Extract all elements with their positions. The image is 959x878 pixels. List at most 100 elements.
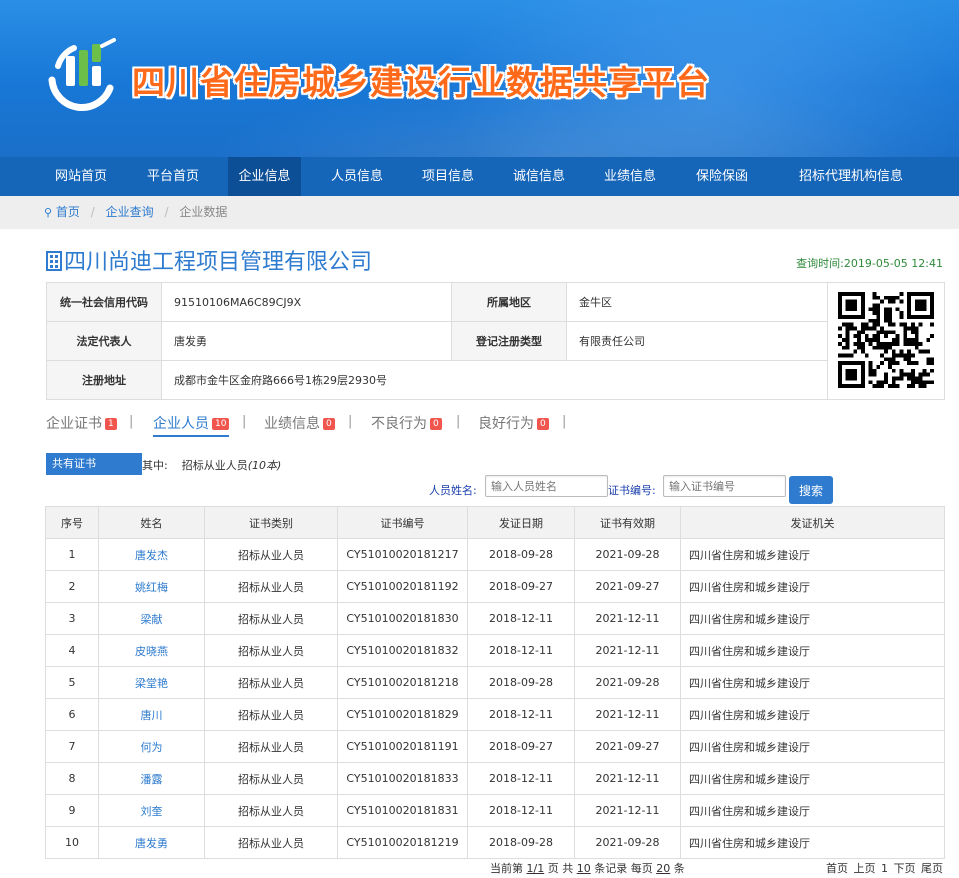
- tab-count-badge: 0: [323, 418, 335, 430]
- search-button[interactable]: 搜索: [789, 476, 833, 504]
- table-row: 8 潘露 招标从业人员 CY51010020181833 2018-12-11 2021-…: [45, 762, 945, 795]
- cell-issuer: 四川省住房和城乡建设厅: [680, 794, 945, 827]
- pager-first[interactable]: 首页: [826, 862, 848, 875]
- nav-item-performance-info[interactable]: 业绩信息: [593, 157, 667, 196]
- cell-issue-date: 2018-12-11: [467, 602, 575, 635]
- cell-name[interactable]: 潘露: [98, 762, 205, 795]
- pager-total: 10: [576, 862, 591, 875]
- credit-code-label: 统一社会信用代码: [46, 282, 162, 322]
- cert-total-label[interactable]: 共有证书（10本）: [46, 453, 142, 492]
- tab-company-personnel[interactable]: 企业人员 10: [153, 413, 230, 437]
- cell-cert-type: 招标从业人员: [204, 794, 338, 827]
- cell-name[interactable]: 梁堂艳: [98, 666, 205, 699]
- cell-issue-date: 2018-09-28: [467, 666, 575, 699]
- nav-item-personnel-info[interactable]: 人员信息: [320, 157, 394, 196]
- reg-type-value: 有限责任公司: [566, 321, 828, 361]
- tab-performance[interactable]: 业绩信息 0: [264, 413, 335, 433]
- breadcrumb: ⚲ 首页 / 企业查询 / 企业数据: [0, 196, 959, 229]
- nav-item-bidding-agency[interactable]: 招标代理机构信息: [776, 157, 926, 196]
- platform-logo-icon[interactable]: [44, 36, 120, 112]
- table-row: 4 皮晓燕 招标从业人员 CY51010020181832 2018-12-11 2021…: [45, 634, 945, 667]
- cell-name[interactable]: 刘奎: [98, 794, 205, 827]
- tab-count-badge: 1: [105, 418, 117, 430]
- cell-index: 5: [45, 666, 99, 699]
- pager-page[interactable]: 1: [881, 862, 888, 875]
- nav-item-insurance[interactable]: 保险保函: [685, 157, 759, 196]
- cell-name[interactable]: 唐发勇: [98, 826, 205, 859]
- tab-good-behavior[interactable]: 良好行为 0: [478, 413, 549, 433]
- person-name-input[interactable]: [485, 475, 608, 497]
- cell-name[interactable]: 何为: [98, 730, 205, 763]
- tab-bad-behavior[interactable]: 不良行为 0: [371, 413, 442, 433]
- qr-code-icon[interactable]: [834, 291, 938, 388]
- col-header-name: 姓名: [98, 506, 205, 539]
- col-header-cert-type: 证书类别: [204, 506, 338, 539]
- nav-item-credit-info[interactable]: 诚信信息: [502, 157, 576, 196]
- nav-item-project-info[interactable]: 项目信息: [411, 157, 485, 196]
- cell-index: 9: [45, 794, 99, 827]
- table-row: 5 梁堂艳 招标从业人员 CY51010020181218 2018-09-28 2021…: [45, 666, 945, 699]
- cell-index: 2: [45, 570, 99, 603]
- building-icon: [46, 251, 62, 271]
- pager-links: 首页 上页 1 下页 尾页: [826, 860, 943, 876]
- cell-cert-type: 招标从业人员: [204, 826, 338, 859]
- cell-cert-number: CY51010020181829: [337, 698, 468, 731]
- cell-issue-date: 2018-12-11: [467, 762, 575, 795]
- cert-sub-type[interactable]: 招标从业人员(10本): [182, 459, 282, 472]
- cell-issue-date: 2018-12-11: [467, 698, 575, 731]
- table-row: 2 姚红梅 招标从业人员 CY51010020181192 2018-09-27 2021…: [45, 570, 945, 603]
- cell-name[interactable]: 唐川: [98, 698, 205, 731]
- cell-valid-until: 2021-09-27: [574, 730, 681, 763]
- cell-issue-date: 2018-09-28: [467, 538, 575, 571]
- cell-valid-until: 2021-12-11: [574, 698, 681, 731]
- cell-index: 3: [45, 602, 99, 635]
- pager-next[interactable]: 下页: [894, 862, 916, 875]
- cell-issuer: 四川省住房和城乡建设厅: [680, 538, 945, 571]
- cell-cert-type: 招标从业人员: [204, 538, 338, 571]
- cell-cert-type: 招标从业人员: [204, 634, 338, 667]
- cell-cert-number: CY51010020181219: [337, 826, 468, 859]
- company-title: 四川尚迪工程项目管理有限公司: [46, 244, 372, 276]
- pager-last[interactable]: 尾页: [921, 862, 943, 875]
- nav-item-site-home[interactable]: 网站首页: [44, 157, 118, 196]
- cell-issue-date: 2018-12-11: [467, 794, 575, 827]
- pager-current: 1/1: [526, 862, 545, 875]
- cell-issuer: 四川省住房和城乡建设厅: [680, 666, 945, 699]
- cert-number-label: 证书编号:: [608, 484, 656, 497]
- cell-name[interactable]: 梁献: [98, 602, 205, 635]
- table-row: 3 梁献 招标从业人员 CY51010020181830 2018-12-11 2021-…: [45, 602, 945, 635]
- cert-breakdown: 其中: 招标从业人员(10本): [142, 459, 282, 472]
- cell-cert-type: 招标从业人员: [204, 730, 338, 763]
- cell-valid-until: 2021-12-11: [574, 794, 681, 827]
- cell-name[interactable]: 姚红梅: [98, 570, 205, 603]
- breadcrumb-company-query[interactable]: 企业查询: [106, 205, 154, 219]
- credit-code-value: 91510106MA6C89CJ9X: [161, 282, 452, 322]
- cert-number-input[interactable]: [663, 475, 786, 497]
- cell-issuer: 四川省住房和城乡建设厅: [680, 826, 945, 859]
- cell-name[interactable]: 唐发杰: [98, 538, 205, 571]
- cell-name[interactable]: 皮晓燕: [98, 634, 205, 667]
- cell-index: 1: [45, 538, 99, 571]
- pager-per-page: 20: [656, 862, 671, 875]
- cell-cert-number: CY51010020181830: [337, 602, 468, 635]
- table-header-row: 序号 姓名 证书类别 证书编号 发证日期 证书有效期 发证机关: [45, 506, 945, 539]
- cell-cert-number: CY51010020181191: [337, 730, 468, 763]
- col-header-issuer: 发证机关: [680, 506, 945, 539]
- cell-cert-number: CY51010020181832: [337, 634, 468, 667]
- cell-issuer: 四川省住房和城乡建设厅: [680, 730, 945, 763]
- breadcrumb-home[interactable]: 首页: [56, 205, 80, 219]
- tab-count-badge: 0: [430, 418, 442, 430]
- cell-cert-number: CY51010020181218: [337, 666, 468, 699]
- pager-prev[interactable]: 上页: [854, 862, 876, 875]
- cell-index: 10: [45, 826, 99, 859]
- cell-index: 7: [45, 730, 99, 763]
- table-row: 7 何为 招标从业人员 CY51010020181191 2018-09-27 2021-…: [45, 730, 945, 763]
- nav-item-company-info[interactable]: 企业信息: [228, 157, 301, 196]
- cell-valid-until: 2021-09-28: [574, 538, 681, 571]
- query-time: 查询时间:2019-05-05 12:41: [796, 257, 943, 270]
- map-pin-icon: ⚲: [44, 206, 53, 219]
- tab-company-certs[interactable]: 企业证书 1: [46, 413, 117, 433]
- nav-item-platform-home[interactable]: 平台首页: [136, 157, 210, 196]
- cell-cert-type: 招标从业人员: [204, 602, 338, 635]
- tab-count-badge: 10: [212, 418, 230, 430]
